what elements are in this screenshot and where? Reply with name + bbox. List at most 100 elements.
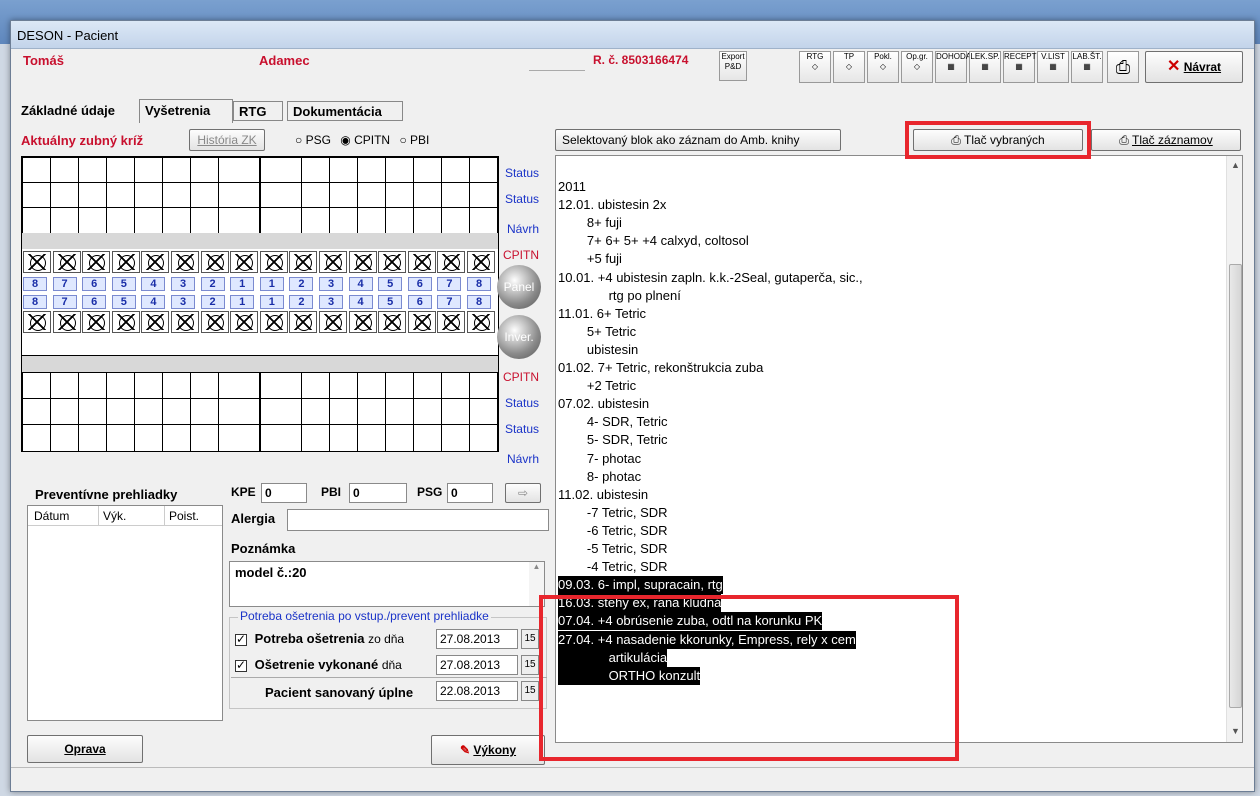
record-line[interactable]: 5+ Tetric	[558, 323, 636, 341]
side-label-status-3[interactable]: Status	[495, 391, 541, 415]
tooth-cell[interactable]	[82, 251, 111, 273]
labst-icon[interactable]: LAB.ŠT. ▦	[1071, 51, 1103, 83]
printer-icon[interactable]: ⎙	[1107, 51, 1139, 83]
tooth-cell[interactable]	[378, 311, 407, 333]
radio-cpitn[interactable]: ◉ CPITN	[340, 133, 390, 147]
lower-chart[interactable]	[21, 355, 499, 452]
tooth-cell[interactable]	[230, 251, 259, 273]
tab-zakladne-udaje[interactable]: Základné údaje	[17, 101, 139, 121]
inver-button[interactable]: Inver.	[497, 315, 541, 359]
tab-rtg[interactable]: RTG	[233, 101, 283, 121]
tooth-cell[interactable]	[319, 251, 347, 273]
navrat-button[interactable]: ✕ Návrat	[1145, 51, 1243, 83]
radio-pbi[interactable]: ○ PBI	[399, 133, 429, 147]
cpitn-row-upper[interactable]	[22, 233, 498, 249]
side-label-cpitn-1[interactable]: CPITN	[495, 243, 541, 267]
tooth-cell[interactable]	[52, 251, 81, 273]
record-line[interactable]: -5 Tetric, SDR	[558, 540, 668, 558]
arrow-right-icon[interactable]: ⇨	[505, 483, 541, 503]
leksp-icon[interactable]: LEK.SP. ▦	[969, 51, 1001, 83]
tooth-cell[interactable]	[378, 251, 407, 273]
osetrenie-date-input[interactable]: 27.08.2013	[436, 655, 518, 675]
record-line[interactable]: 7- photac	[558, 450, 641, 468]
calendar-icon[interactable]: 15	[521, 681, 539, 701]
radio-psg[interactable]: ○ PSG	[295, 133, 331, 147]
panel-button[interactable]: Panel	[497, 265, 541, 309]
selected-block-button[interactable]: Selektovaný blok ako záznam do Amb. knih…	[555, 129, 841, 151]
tooth-cell[interactable]	[111, 311, 140, 333]
pokl-icon[interactable]: Pokl. ◇	[867, 51, 899, 83]
record-line[interactable]: -4 Tetric, SDR	[558, 558, 668, 576]
tooth-cell[interactable]	[111, 251, 140, 273]
column-poist[interactable]: Poist.	[164, 506, 203, 526]
calendar-icon[interactable]: 15	[521, 655, 539, 675]
tooth-cell[interactable]	[141, 251, 170, 273]
record-line[interactable]: 07.02. ubistesin	[558, 395, 649, 413]
side-label-navrh-2[interactable]: Návrh	[495, 447, 541, 471]
poznamka-textarea[interactable]: model č.:20	[229, 561, 545, 607]
tooth-cell[interactable]	[23, 311, 51, 333]
record-line[interactable]: 11.01. 6+ Tetric	[558, 305, 646, 323]
side-label-cpitn-2[interactable]: CPITN	[495, 365, 541, 389]
records-scrollbar[interactable]: ▲ ▼	[1226, 156, 1242, 742]
vlist-icon[interactable]: V.LIST ▦	[1037, 51, 1069, 83]
tooth-cell[interactable]	[171, 251, 199, 273]
tab-dokumentacia[interactable]: Dokumentácia	[287, 101, 403, 121]
tooth-cell[interactable]	[23, 251, 51, 273]
tooth-cell[interactable]	[230, 311, 259, 333]
record-line[interactable]: rtg po plnení	[558, 287, 681, 305]
record-line[interactable]: 5- SDR, Tetric	[558, 431, 668, 449]
scroll-thumb[interactable]	[1229, 264, 1242, 708]
lower-teeth-row[interactable]	[21, 309, 499, 335]
tooth-cell[interactable]	[289, 311, 318, 333]
sanovany-date-input[interactable]: 22.08.2013	[436, 681, 518, 701]
pbi-input[interactable]: 0	[349, 483, 407, 503]
side-label-status-2[interactable]: Status	[495, 187, 541, 211]
column-datum[interactable]: Dátum	[34, 509, 69, 523]
scroll-up-icon[interactable]: ▲	[1231, 160, 1240, 170]
vykony-button[interactable]: ✎ Výkony	[431, 735, 545, 765]
potreba-date-input[interactable]: 27.08.2013	[436, 629, 518, 649]
scroll-down-icon[interactable]: ▼	[1231, 726, 1240, 736]
tooth-cell[interactable]	[319, 311, 347, 333]
record-line[interactable]: ubistesin	[558, 341, 638, 359]
side-label-status-1[interactable]: Status	[495, 161, 541, 185]
upper-status-grid[interactable]	[22, 157, 498, 234]
opgr-icon[interactable]: Op.gr. ◇	[901, 51, 933, 83]
tooth-cell[interactable]	[348, 251, 377, 273]
tooth-cell[interactable]	[467, 251, 495, 273]
history-zk-button[interactable]: História ZK	[189, 129, 265, 151]
record-line[interactable]: 12.01. ubistesin 2x	[558, 196, 666, 214]
tooth-cell[interactable]	[200, 311, 229, 333]
side-label-navrh-1[interactable]: Návrh	[495, 217, 541, 241]
upper-teeth-row[interactable]	[21, 249, 499, 275]
potreba-checkbox[interactable]	[235, 632, 247, 646]
tooth-cell[interactable]	[259, 251, 288, 273]
record-line[interactable]: 7+ 6+ 5+ +4 calxyd, coltosol	[558, 232, 749, 250]
tooth-cell[interactable]	[141, 311, 170, 333]
osetrenie-checkbox[interactable]	[235, 658, 247, 672]
psg-input[interactable]: 0	[447, 483, 493, 503]
record-line-selected[interactable]: 09.03. 6- impl, supracain, rtg	[558, 576, 723, 595]
column-vyk[interactable]: Výk.	[98, 506, 130, 526]
tooth-cell[interactable]	[407, 311, 436, 333]
record-line[interactable]: -7 Tetric, SDR	[558, 504, 668, 522]
rtg-icon[interactable]: RTG ◇	[799, 51, 831, 83]
tooth-cell[interactable]	[437, 311, 466, 333]
record-line[interactable]: -6 Tetric, SDR	[558, 522, 668, 540]
tooth-cell[interactable]	[407, 251, 436, 273]
alergia-input[interactable]	[287, 509, 549, 531]
tooth-cell[interactable]	[259, 311, 288, 333]
tooth-cell[interactable]	[437, 251, 466, 273]
tooth-cell[interactable]	[467, 311, 495, 333]
record-line[interactable]: 01.02. 7+ Tetric, rekonštrukcia zuba	[558, 359, 763, 377]
recept-icon[interactable]: RECEPT ▦	[1003, 51, 1036, 83]
dohoda-icon[interactable]: DOHODA ▦	[935, 51, 971, 83]
tp-icon[interactable]: TP ◇	[833, 51, 865, 83]
oprava-button[interactable]: Oprava	[27, 735, 143, 763]
tooth-cell[interactable]	[82, 311, 111, 333]
record-line[interactable]: 8- photac	[558, 468, 641, 486]
export-icon[interactable]: Export P&D	[719, 51, 747, 81]
record-line[interactable]: 11.02. ubistesin	[558, 486, 648, 504]
lower-status-grid[interactable]	[22, 372, 498, 452]
